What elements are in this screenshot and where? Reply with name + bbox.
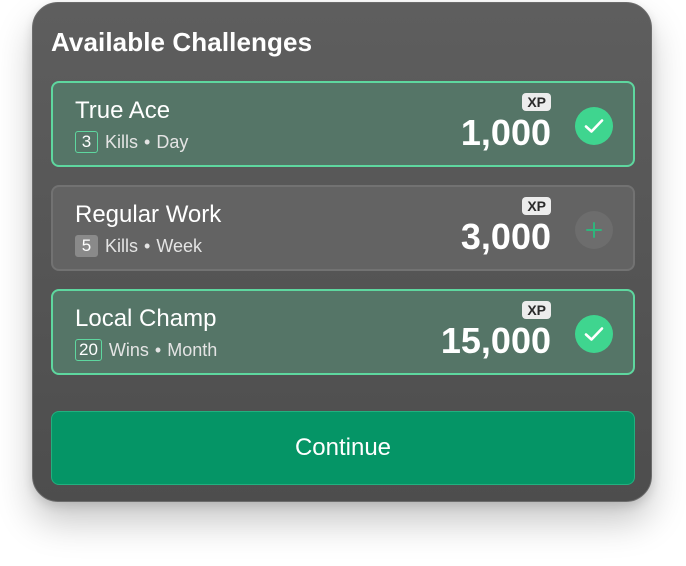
xp-value: 15,000	[440, 320, 551, 361]
check-icon	[584, 327, 604, 341]
challenge-meta: 3 Kills • Day	[75, 131, 188, 153]
challenge-card-true-ace[interactable]: True Ace 3 Kills • Day XP 1,000	[51, 81, 635, 167]
challenge-period: Week	[156, 235, 203, 256]
add-challenge-button[interactable]	[575, 211, 613, 249]
challenge-card-regular-work[interactable]: Regular Work 5 Kills • Week XP 3,000	[51, 185, 635, 271]
challenge-meta: 5 Kills • Week	[75, 235, 202, 257]
xp-tag: XP	[522, 197, 551, 215]
challenge-unit: Wins	[108, 339, 149, 360]
challenge-card-local-champ[interactable]: Local Champ 20 Wins • Month XP 15,000	[51, 289, 635, 375]
xp-tag: XP	[522, 301, 551, 319]
check-icon	[584, 119, 604, 133]
challenge-unit: Kills	[105, 235, 139, 256]
challenge-count-badge: 3	[75, 131, 98, 153]
meta-separator: •	[144, 235, 151, 256]
challenge-meta: 20 Wins • Month	[75, 339, 217, 361]
challenge-count-badge: 5	[75, 235, 98, 257]
meta-separator: •	[144, 131, 151, 152]
challenge-name: True Ace	[75, 97, 171, 124]
meta-separator: •	[154, 339, 162, 360]
xp-tag: XP	[522, 93, 551, 111]
xp-value: 3,000	[460, 216, 551, 257]
continue-button[interactable]: Continue	[51, 411, 635, 485]
challenge-period: Month	[167, 339, 218, 360]
plus-icon	[586, 222, 602, 238]
challenge-name: Local Champ	[75, 305, 217, 332]
challenge-count-badge: 20	[75, 339, 102, 361]
xp-value: 1,000	[460, 112, 551, 153]
challenge-name: Regular Work	[75, 201, 222, 228]
panel-title: Available Challenges	[51, 27, 313, 57]
selected-check-button[interactable]	[575, 315, 613, 353]
challenges-panel: Available Challenges True Ace 3 Kills • …	[32, 2, 652, 502]
selected-check-button[interactable]	[575, 107, 613, 145]
challenge-period: Day	[156, 131, 189, 152]
challenge-unit: Kills	[105, 131, 139, 152]
